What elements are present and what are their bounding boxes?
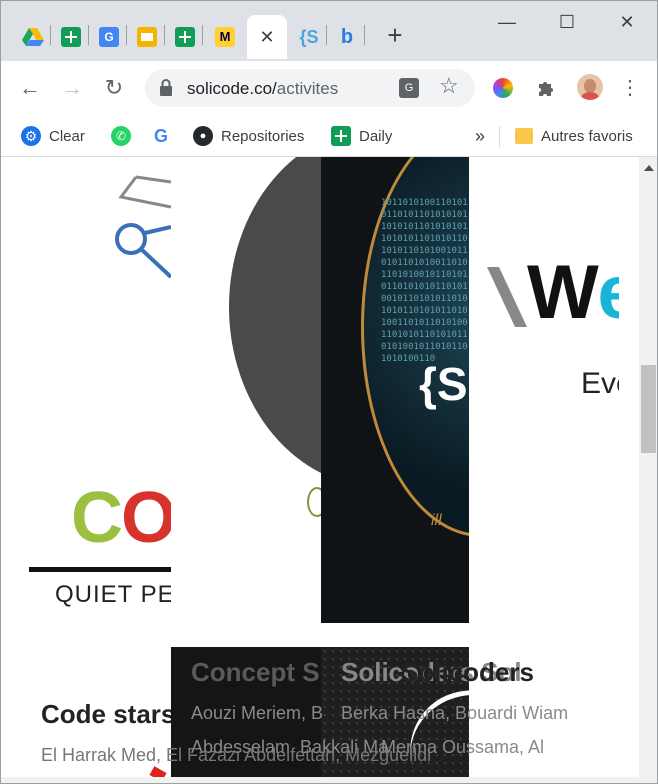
back-button[interactable]: ← xyxy=(15,73,45,103)
menu-kebab-icon[interactable]: ⋮ xyxy=(615,73,645,103)
scroll-up-icon[interactable] xyxy=(644,165,654,171)
color-picker-extension-icon[interactable] xyxy=(493,78,513,98)
tab-google-sheets[interactable] xyxy=(53,15,89,59)
reload-button[interactable]: ↻ xyxy=(99,73,129,103)
bookmark-label: Daily xyxy=(359,127,393,145)
card-title[interactable]: Code stars xyxy=(41,699,171,730)
solicode-icon: {S xyxy=(299,26,319,47)
overlap-line-1: Aouzi Meriem, B xyxy=(191,703,324,723)
google-sheets-icon xyxy=(61,27,81,47)
right-logo-sub: Eve xyxy=(581,367,619,400)
other-bookmarks-label: Autres favoris xyxy=(541,127,633,145)
right-logo: We xyxy=(487,257,619,337)
tab-google-sheets-2[interactable] xyxy=(167,15,203,59)
tab-solicode[interactable]: {S xyxy=(291,15,327,59)
close-window-button[interactable]: ✕ xyxy=(607,9,647,35)
other-bookmarks-folder[interactable]: Autres favoris xyxy=(515,123,633,149)
network-graphic xyxy=(115,175,171,279)
forward-button[interactable]: → xyxy=(57,73,87,103)
google-drive-icon xyxy=(22,28,44,46)
scrollbar-thumb[interactable] xyxy=(641,365,656,453)
tab-miro[interactable]: M xyxy=(207,15,243,59)
toolbar: ← → ↻ solicode.co/activites G ☆ ⋮ xyxy=(1,61,657,115)
left-logo-rule xyxy=(29,567,171,572)
tab-google-slides[interactable] xyxy=(129,15,165,59)
google-sheets-icon xyxy=(175,27,195,47)
bookmark-clear[interactable]: ⚙ Clear xyxy=(21,123,85,149)
bookmarks-divider xyxy=(499,126,500,148)
overlap-title-3: Solicoders xyxy=(401,657,534,687)
red-mark xyxy=(149,766,167,777)
github-icon: ● xyxy=(193,126,213,146)
bookmark-star-icon[interactable]: ☆ xyxy=(439,73,459,99)
lock-icon xyxy=(160,79,172,96)
address-bar[interactable]: solicode.co/activites G ☆ xyxy=(145,69,475,107)
tab-active[interactable]: ✕ xyxy=(247,15,287,59)
extensions-puzzle-icon[interactable] xyxy=(536,78,556,98)
close-icon[interactable]: ✕ xyxy=(259,27,274,48)
gray-card-image xyxy=(171,157,321,647)
bookmark-repositories[interactable]: ● Repositories xyxy=(193,123,304,149)
binary-pattern: 1011010100110101011010110101010110101011… xyxy=(381,198,468,364)
translate-page-icon[interactable]: G xyxy=(399,78,419,98)
overlap-title-1: Concept S xyxy=(191,657,320,687)
bookmark-google[interactable]: G xyxy=(151,123,179,149)
whatsapp-icon: ✆ xyxy=(111,126,131,146)
center-badge: {S xyxy=(419,358,468,410)
solicode-card-image: 1011010100110101011010110101010110101011… xyxy=(321,157,469,623)
new-tab-button[interactable]: + xyxy=(379,19,411,51)
miro-icon: M xyxy=(215,27,235,47)
bookmark-label: Repositories xyxy=(221,127,305,145)
horizontal-scrollbar[interactable] xyxy=(1,777,639,783)
maximize-button[interactable]: ☐ xyxy=(547,9,587,35)
vertical-scrollbar[interactable] xyxy=(639,157,657,783)
bookmarks-bar: ⚙ Clear ✆ G ● Repositories Daily » Autre… xyxy=(1,115,657,157)
tab-strip: G M ✕ {S b + — ☐ ✕ xyxy=(1,1,657,61)
google-translate-icon: G xyxy=(99,27,119,47)
url-text: solicode.co/activites xyxy=(187,79,339,98)
settings-icon: ⚙ xyxy=(21,126,41,146)
bookmark-daily[interactable]: Daily xyxy=(331,123,392,149)
left-logo-sub: QUIET PE xyxy=(55,581,171,608)
tab-google-translate[interactable]: G xyxy=(91,15,127,59)
tab-google-drive[interactable] xyxy=(15,15,51,59)
minimize-button[interactable]: — xyxy=(487,9,527,35)
browser-window: G M ✕ {S b + — ☐ ✕ ← → ↻ solicode.co/act… xyxy=(0,0,658,784)
signature-fragment: ill xyxy=(431,512,442,529)
page-content: CO QUIET PE 1011010100110101011010110101… xyxy=(1,157,639,777)
bookmark-label: Clear xyxy=(49,127,85,145)
left-logo-text: CO xyxy=(71,478,171,558)
folder-icon xyxy=(515,128,533,144)
card-names: El Harrak Med, El Fazazi Abdelfettah, Me… xyxy=(41,745,432,765)
bing-icon: b xyxy=(340,25,354,48)
google-icon: G xyxy=(153,126,168,146)
tab-bing[interactable]: b xyxy=(329,15,365,59)
google-sheets-icon xyxy=(331,126,351,146)
google-slides-icon xyxy=(137,27,157,47)
bookmark-whatsapp[interactable]: ✆ xyxy=(111,123,139,149)
bookmarks-overflow-button[interactable]: » xyxy=(475,123,485,149)
profile-avatar[interactable] xyxy=(577,74,603,100)
overlap-line-2: Berka Hasna, Bouardi Wiam xyxy=(341,703,569,723)
